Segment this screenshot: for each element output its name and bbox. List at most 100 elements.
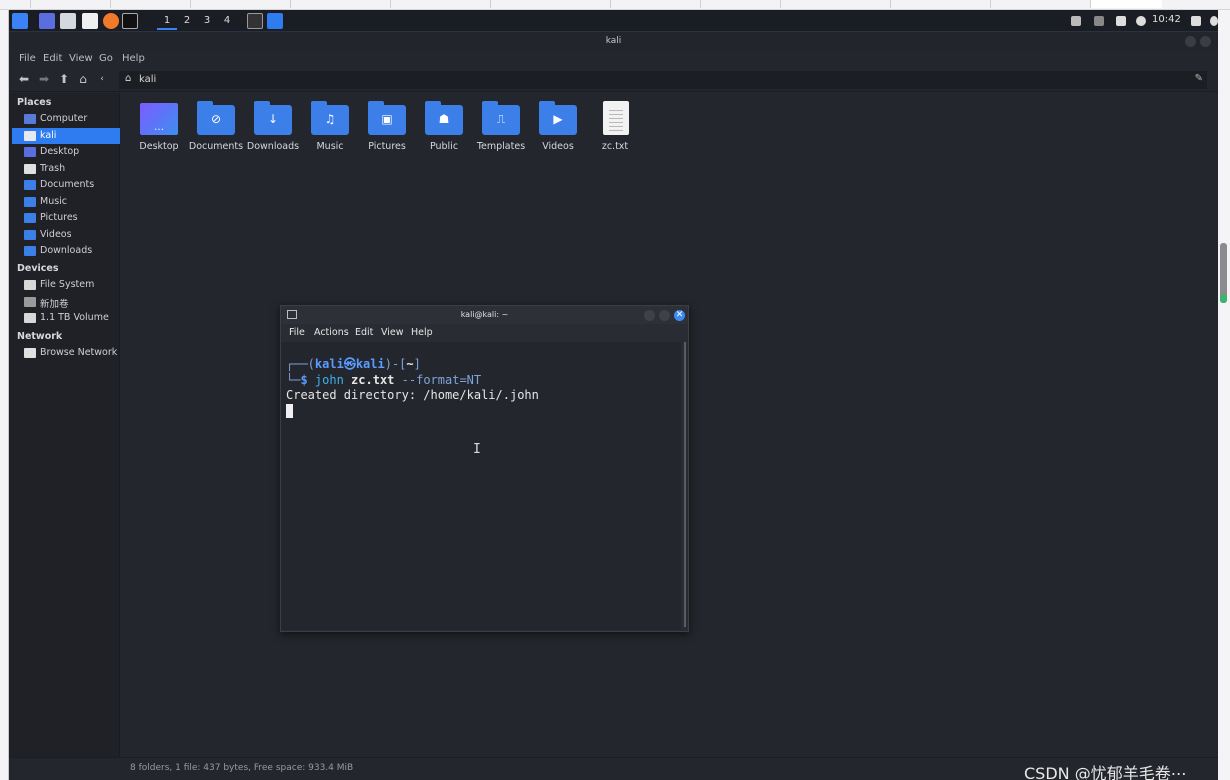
show-desktop-icon[interactable] xyxy=(39,13,55,29)
terminal-close-button[interactable]: ✕ xyxy=(674,310,685,321)
location-path[interactable]: kali xyxy=(139,74,156,85)
videos-folder-icon: ▶ xyxy=(539,101,577,135)
location-bar[interactable]: ⌂ kali ✎ xyxy=(119,71,1207,89)
workspace-3[interactable]: 3 xyxy=(197,12,217,30)
terminal-output[interactable]: ┌──(kali㉿kali)-[~] └─$ john zc.txt --for… xyxy=(281,342,681,630)
host-tab[interactable] xyxy=(990,0,1062,8)
terminal-icon[interactable] xyxy=(122,13,138,29)
terminal-menu-file[interactable]: File xyxy=(289,327,305,338)
host-tab[interactable] xyxy=(610,0,682,8)
minimize-button[interactable] xyxy=(1185,36,1196,47)
up-arrow-icon[interactable]: ⬆ xyxy=(57,72,71,86)
panel-clock[interactable]: 10:42 xyxy=(1152,14,1181,25)
host-tab[interactable] xyxy=(890,0,962,8)
host-tab-active[interactable] xyxy=(1090,0,1162,8)
sidebar-heading-network: Network xyxy=(17,331,63,342)
terminal-maximize-button[interactable] xyxy=(659,310,670,321)
maximize-button[interactable] xyxy=(1200,36,1211,47)
terminal-menu-actions[interactable]: Actions xyxy=(314,327,349,338)
file-item-desktop[interactable]: … Desktop xyxy=(131,101,187,161)
display-icon[interactable] xyxy=(1071,16,1081,26)
taskbar-terminal-icon[interactable] xyxy=(247,13,263,29)
text-editor-icon[interactable] xyxy=(82,13,98,29)
terminal-scrollbar-thumb[interactable] xyxy=(684,342,686,627)
workspace-2[interactable]: 2 xyxy=(177,12,197,30)
file-item-zc-txt[interactable]: zc.txt xyxy=(587,101,643,161)
sidebar-item-device[interactable]: File System xyxy=(12,277,120,293)
sidebar-item-label: 1.1 TB Volume xyxy=(40,312,109,323)
kali-menu-icon[interactable] xyxy=(12,13,28,29)
sidebar-item-browse-network[interactable]: Browse Network xyxy=(12,345,120,361)
host-tab[interactable] xyxy=(490,0,562,8)
menubar: File Edit View Go Help xyxy=(9,50,1218,68)
sidebar-item-music[interactable]: Music xyxy=(12,194,120,210)
terminal-menu-help[interactable]: Help xyxy=(411,327,433,338)
sidebar-item-videos[interactable]: Videos xyxy=(12,227,120,243)
menu-file[interactable]: File xyxy=(19,53,36,64)
file-item-pictures[interactable]: ▣ Pictures xyxy=(359,101,415,161)
terminal-titlebar[interactable]: kali@kali: ~ ✕ xyxy=(281,306,688,324)
pictures-folder-icon: ▣ xyxy=(368,101,406,135)
workspace-1[interactable]: 1 xyxy=(157,12,177,30)
host-tab[interactable] xyxy=(110,0,182,8)
edit-location-icon[interactable]: ✎ xyxy=(1195,73,1203,84)
file-manager-icon[interactable] xyxy=(60,13,76,29)
sidebar: Places Computer kali Desktop Trash Documents M… xyxy=(9,93,120,757)
host-tab[interactable] xyxy=(290,0,362,8)
sidebar-item-label: Videos xyxy=(40,228,72,240)
host-tab[interactable] xyxy=(390,0,462,8)
workspace-4[interactable]: 4 xyxy=(217,12,237,30)
file-item-public[interactable]: ☗ Public xyxy=(416,101,472,161)
file-item-documents[interactable]: ⊘ Documents xyxy=(188,101,244,161)
terminal-scrollbar[interactable] xyxy=(683,342,687,630)
sidebar-item-pictures[interactable]: Pictures xyxy=(12,210,120,226)
notification-bell-icon[interactable] xyxy=(1116,16,1126,26)
file-manager-titlebar[interactable]: kali xyxy=(9,32,1218,50)
firefox-icon[interactable] xyxy=(103,13,119,29)
file-item-videos[interactable]: ▶ Videos xyxy=(530,101,586,161)
pictures-folder-icon xyxy=(24,213,36,223)
power-icon[interactable] xyxy=(1210,16,1218,26)
sidebar-item-desktop[interactable]: Desktop xyxy=(12,144,120,160)
sidebar-item-label: Trash xyxy=(40,162,66,174)
computer-icon xyxy=(24,114,36,124)
terminal-menu-view[interactable]: View xyxy=(381,327,404,338)
top-panel: 1 2 3 4 10:42 xyxy=(9,10,1218,32)
host-tab[interactable] xyxy=(30,0,102,8)
host-scrollbar[interactable] xyxy=(1218,10,1230,780)
downloads-folder-icon: ↓ xyxy=(254,101,292,135)
terminal-minimize-button[interactable] xyxy=(644,310,655,321)
command-arg: zc.txt xyxy=(351,372,395,387)
mute-icon[interactable] xyxy=(1094,16,1104,26)
chevron-left-icon[interactable]: ‹ xyxy=(95,74,109,84)
prompt-at: ㉿ xyxy=(343,357,356,371)
desktop-icon xyxy=(24,147,36,157)
taskbar-file-manager-icon[interactable] xyxy=(267,13,283,29)
home-icon[interactable]: ⌂ xyxy=(76,72,90,86)
sidebar-item-downloads[interactable]: Downloads xyxy=(12,243,120,259)
menu-help[interactable]: Help xyxy=(122,53,145,64)
host-tab[interactable] xyxy=(700,0,772,8)
menu-go[interactable]: Go xyxy=(99,53,113,64)
forward-arrow-icon[interactable]: ➡ xyxy=(37,72,51,86)
sidebar-item-device[interactable]: 1.1 TB Volume xyxy=(12,310,120,326)
menu-edit[interactable]: Edit xyxy=(43,53,62,64)
lock-icon[interactable] xyxy=(1191,16,1201,26)
drive-icon xyxy=(24,313,36,323)
templates-folder-icon: ⎍ xyxy=(482,101,520,135)
sidebar-item-computer[interactable]: Computer xyxy=(12,111,120,127)
file-item-music[interactable]: ♫ Music xyxy=(302,101,358,161)
host-browser-tabstrip xyxy=(0,0,1230,10)
file-item-templates[interactable]: ⎍ Templates xyxy=(473,101,529,161)
sidebar-item-trash[interactable]: Trash xyxy=(12,161,120,177)
host-tab[interactable] xyxy=(780,0,852,8)
back-arrow-icon[interactable]: ⬅ xyxy=(17,72,31,86)
sidebar-item-documents[interactable]: Documents xyxy=(12,177,120,193)
file-item-downloads[interactable]: ↓ Downloads xyxy=(245,101,301,161)
sidebar-item-kali[interactable]: kali xyxy=(12,127,120,144)
terminal-menu-edit[interactable]: Edit xyxy=(355,327,373,338)
menu-view[interactable]: View xyxy=(69,53,93,64)
sidebar-item-device[interactable]: 新加卷 xyxy=(12,294,120,310)
mouse-ibeam-cursor: I xyxy=(473,442,481,457)
host-tab[interactable] xyxy=(190,0,262,8)
